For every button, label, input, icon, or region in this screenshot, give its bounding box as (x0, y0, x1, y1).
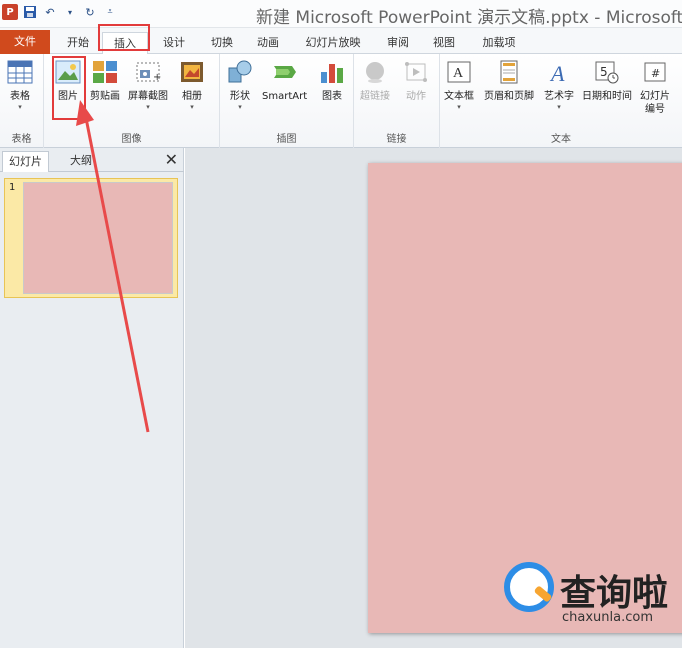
watermark-logo: 查询啦 chaxunla.com (500, 560, 682, 630)
smartart-icon (271, 58, 299, 86)
chevron-down-icon: ▾ (190, 103, 194, 111)
tab-home[interactable]: 开始 (60, 32, 96, 54)
wordart-button[interactable]: A 艺术字 ▾ (544, 58, 574, 111)
svg-text:A: A (453, 66, 464, 81)
clipart-button[interactable]: 剪贴画 (90, 58, 120, 103)
screenshot-icon: + (134, 58, 162, 86)
tab-outline[interactable]: 大纲 (64, 151, 98, 172)
group-label-table: 表格 (11, 134, 32, 145)
calendar-clock-icon: 5 (593, 58, 621, 86)
group-text: A 文本框 ▾ 页眉和页脚 A 艺术字 ▾ 5 日期和时间 # 幻灯片 编号 文… (440, 54, 682, 148)
hyperlink-button[interactable]: 超链接 (360, 58, 390, 103)
svg-text:#: # (651, 67, 660, 80)
tab-review[interactable]: 审阅 (380, 32, 416, 54)
table-label: 表格 (10, 91, 30, 102)
header-footer-icon (495, 58, 523, 86)
group-label-text: 文本 (551, 134, 571, 145)
tab-transitions[interactable]: 切换 (204, 32, 240, 54)
ribbon-tab-bar: 文件 开始 插入 设计 切换 动画 幻灯片放映 审阅 视图 加载项 (0, 24, 682, 55)
quick-access-toolbar: P ↶ ▾ ↻ ⩡ (2, 4, 118, 20)
picture-button-highlight (52, 56, 86, 120)
watermark-url: chaxunla.com (562, 610, 653, 625)
watermark-text: 查询啦 (560, 573, 669, 614)
tab-addins[interactable]: 加载项 (474, 32, 524, 54)
ribbon: 表格 ▾ 表格 图片 剪贴画 + 屏幕截图 ▾ 相册 ▾ 图像 形状 ▾ Sma… (0, 54, 682, 148)
slide-number-button[interactable]: # 幻灯片 编号 (640, 58, 670, 116)
insert-tab-highlight (98, 24, 150, 51)
action-label: 动作 (406, 91, 426, 102)
undo-icon[interactable]: ↶ (42, 4, 58, 20)
date-time-button[interactable]: 5 日期和时间 (582, 58, 632, 103)
chart-icon (318, 58, 346, 86)
group-label-illustration: 插图 (276, 134, 297, 145)
photo-album-icon (178, 58, 206, 86)
chevron-down-icon: ▾ (238, 103, 242, 111)
window-title: 新建 Microsoft PowerPoint 演示文稿.pptx - Micr… (256, 8, 682, 28)
group-label-image: 图像 (121, 134, 142, 145)
panel-tabs: 幻灯片 大纲 ✕ (0, 148, 184, 172)
tab-view[interactable]: 视图 (426, 32, 462, 54)
close-icon[interactable]: ✕ (165, 150, 178, 169)
powerpoint-app-icon[interactable]: P (2, 4, 18, 20)
slide-thumbnail[interactable] (23, 182, 173, 294)
action-icon (402, 58, 430, 86)
globe-icon (361, 58, 389, 86)
svg-text:+: + (153, 72, 161, 83)
tab-animations[interactable]: 动画 (250, 32, 286, 54)
save-icon[interactable] (22, 4, 38, 20)
shapes-label: 形状 (230, 91, 250, 102)
textbox-icon: A (445, 58, 473, 86)
tab-file[interactable]: 文件 (0, 30, 50, 54)
chevron-down-icon: ▾ (146, 103, 150, 111)
table-button[interactable]: 表格 ▾ (6, 58, 34, 111)
slide-number: 1 (9, 182, 16, 193)
slide-number-icon: # (641, 58, 669, 86)
screenshot-button[interactable]: + 屏幕截图 ▾ (128, 58, 168, 111)
redo-icon[interactable]: ↻ (82, 4, 98, 20)
chevron-down-icon: ▾ (557, 103, 561, 111)
chart-button[interactable]: 图表 (318, 58, 346, 103)
screenshot-label: 屏幕截图 (128, 91, 168, 102)
dropdown-icon[interactable]: ▾ (62, 4, 78, 20)
chevron-down-icon: ▾ (457, 103, 461, 111)
textbox-label: 文本框 (444, 91, 474, 102)
chevron-down-icon: ▾ (18, 103, 22, 111)
svg-text:A: A (549, 61, 565, 84)
slides-panel: 幻灯片 大纲 ✕ 1 (0, 148, 184, 648)
tab-design[interactable]: 设计 (156, 32, 192, 54)
photo-album-button[interactable]: 相册 ▾ (178, 58, 206, 111)
smartart-button[interactable]: SmartArt (262, 58, 307, 103)
tab-slideshow[interactable]: 幻灯片放映 (300, 32, 366, 54)
slide-thumbnail-selected[interactable]: 1 (4, 178, 178, 298)
header-footer-label: 页眉和页脚 (484, 91, 534, 102)
wordart-icon: A (545, 58, 573, 86)
smartart-label: SmartArt (262, 91, 308, 102)
group-table: 表格 ▾ 表格 (0, 54, 44, 148)
photo-album-label: 相册 (182, 91, 202, 102)
tab-slides[interactable]: 幻灯片 (2, 151, 49, 172)
wordart-label: 艺术字 (544, 91, 574, 102)
hyperlink-label: 超链接 (360, 91, 390, 102)
svg-text:5: 5 (600, 65, 608, 79)
clipart-label: 剪贴画 (90, 91, 120, 102)
slide-number-label: 幻灯片 编号 (640, 91, 670, 115)
date-time-label: 日期和时间 (582, 91, 632, 102)
group-label-link: 链接 (386, 134, 407, 145)
group-link: 超链接 动作 链接 (354, 54, 440, 148)
customize-toolbar-icon[interactable]: ⩡ (102, 4, 118, 20)
action-button[interactable]: 动作 (402, 58, 430, 103)
table-icon (6, 58, 34, 86)
clipart-icon (91, 58, 119, 86)
textbox-button[interactable]: A 文本框 ▾ (444, 58, 474, 111)
shapes-icon (226, 58, 254, 86)
header-footer-button[interactable]: 页眉和页脚 (484, 58, 534, 103)
group-illustration: 形状 ▾ SmartArt 图表 插图 (220, 54, 354, 148)
chart-label: 图表 (322, 91, 342, 102)
magnifier-icon (504, 562, 554, 612)
shapes-button[interactable]: 形状 ▾ (226, 58, 254, 111)
